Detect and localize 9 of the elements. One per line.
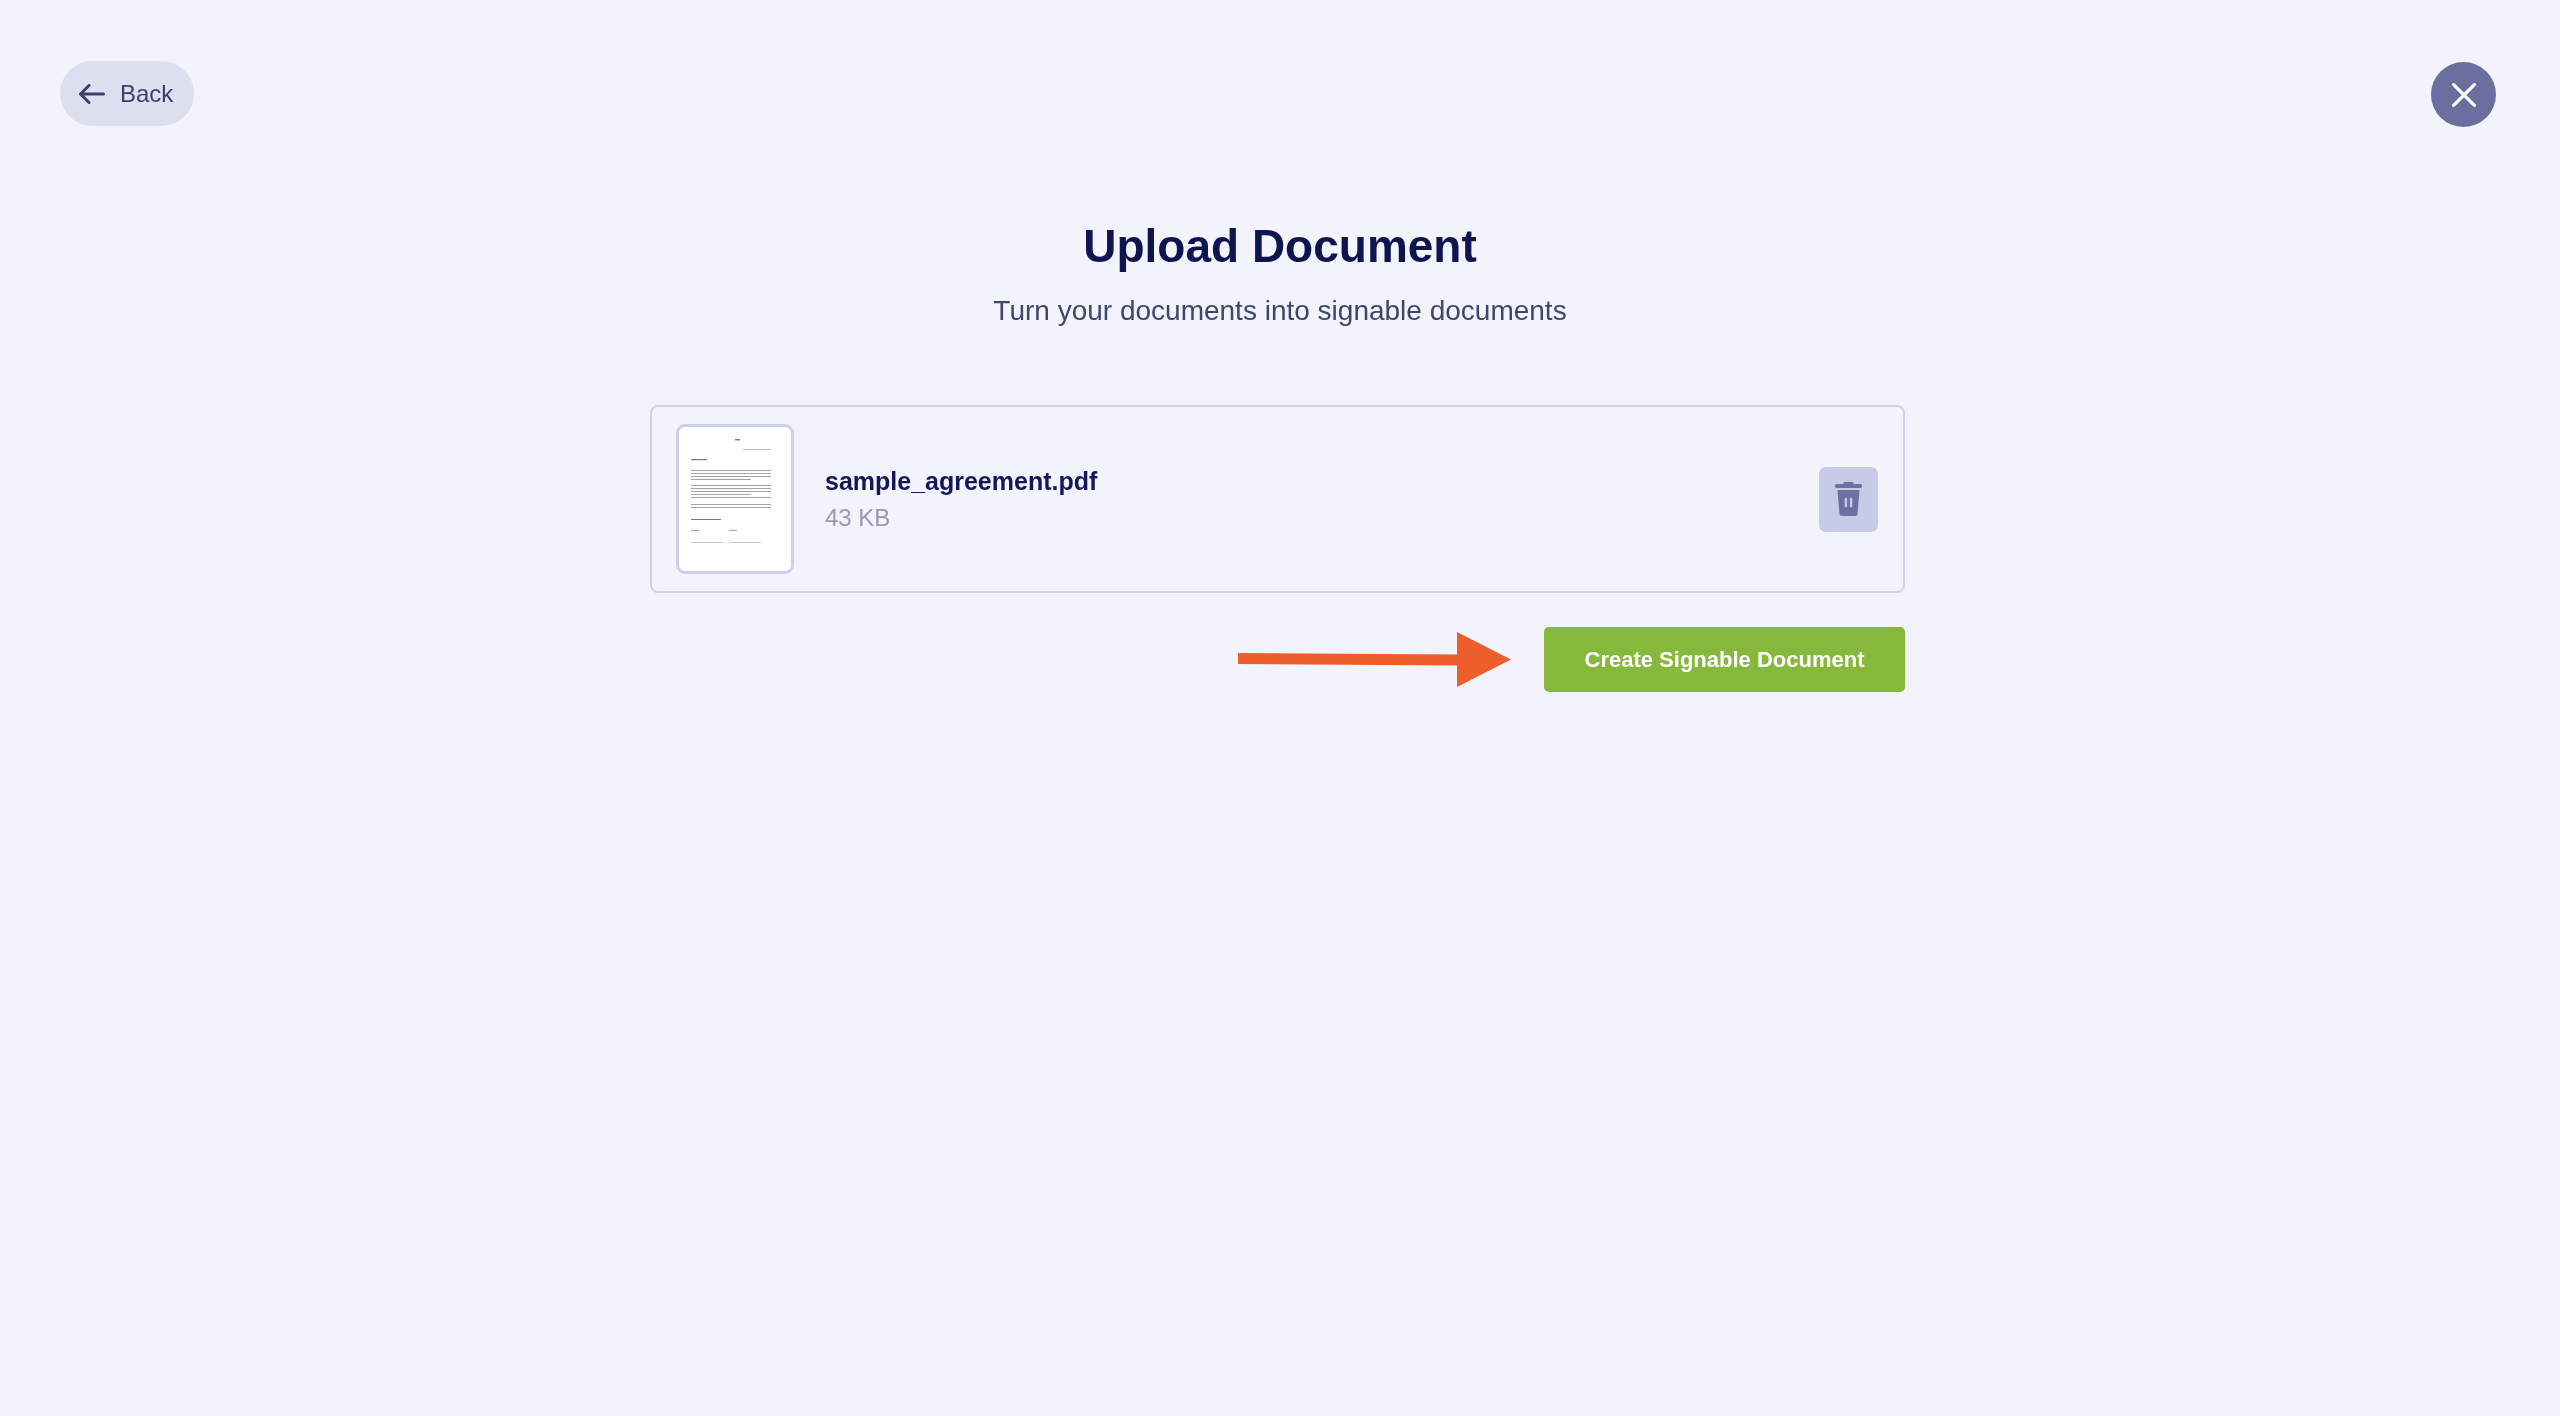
file-size: 43 KB [825,503,892,533]
file-name: sample_agreement.pdf [825,466,1098,497]
delete-button[interactable] [1819,466,1878,532]
back-button[interactable]: Back [60,61,195,126]
page-subtitle: Turn your documents into signable documents [993,294,1567,328]
page-title: Upload Document [1083,219,1477,274]
trash-icon [1835,482,1862,516]
arrow-left-icon [79,83,105,104]
close-icon [2451,82,2476,107]
